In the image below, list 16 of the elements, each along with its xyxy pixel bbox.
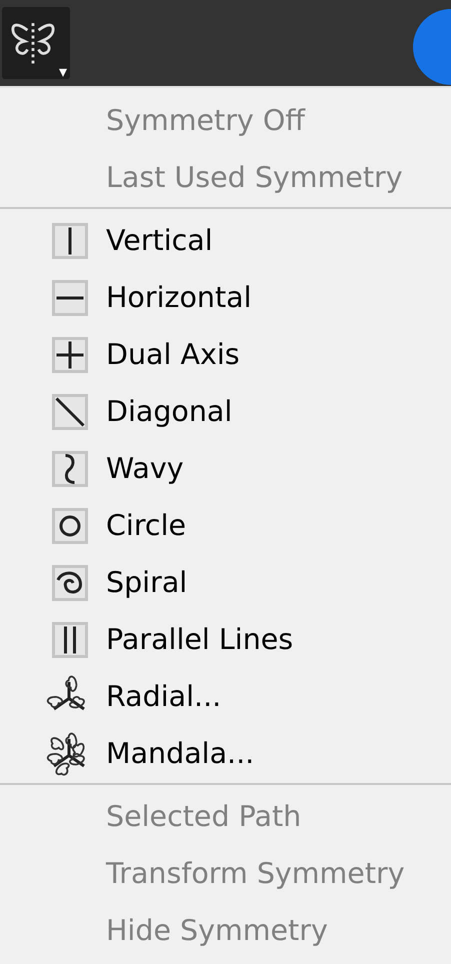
symmetry-button[interactable]: ▾ xyxy=(2,7,70,79)
diagonal-line-icon xyxy=(52,394,88,430)
menu-item[interactable]: Dual Axis xyxy=(0,326,451,383)
menu-item[interactable]: Diagonal xyxy=(0,383,451,440)
menu-item[interactable]: Wavy xyxy=(0,440,451,497)
parallel-lines-icon xyxy=(52,622,88,658)
menu-item[interactable]: Horizontal xyxy=(0,269,451,326)
menu-item[interactable]: Radial... xyxy=(0,668,451,725)
menu-item[interactable]: Parallel Lines xyxy=(0,611,451,668)
menu-item[interactable]: Vertical xyxy=(0,212,451,269)
wave-icon xyxy=(52,450,88,486)
menu-item[interactable]: Circle xyxy=(0,497,451,554)
cross-icon xyxy=(52,336,88,372)
menu-item[interactable]: Spiral xyxy=(0,554,451,611)
menu-item[interactable]: Mandala... xyxy=(0,725,451,782)
spiral-icon xyxy=(52,564,88,600)
